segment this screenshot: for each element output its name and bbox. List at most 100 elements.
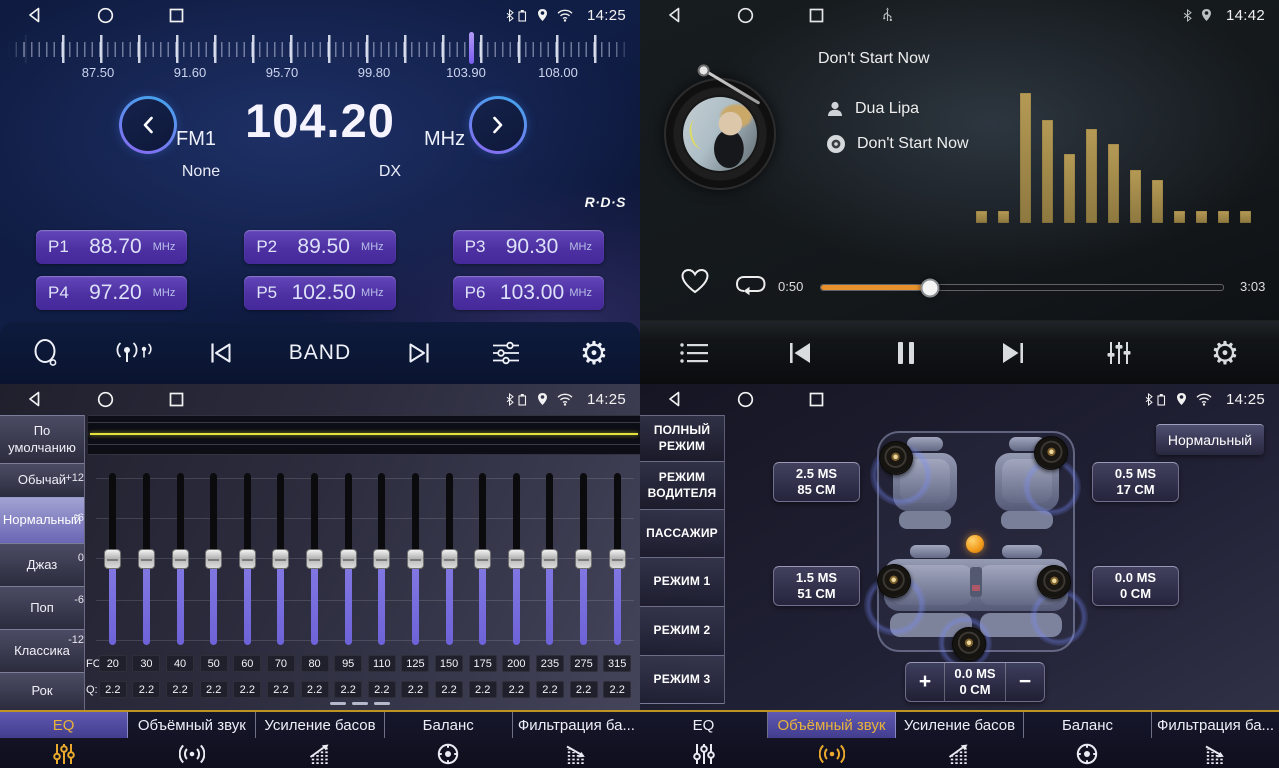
nav-home-button[interactable]: [725, 391, 765, 408]
eq-band-slider[interactable]: [399, 472, 433, 648]
preset-button-p3[interactable]: P390.30MHz: [453, 230, 604, 264]
eq-band-slider[interactable]: [130, 472, 164, 648]
tab-bass-boost-icon-button[interactable]: [256, 738, 384, 768]
eq-slider-thumb[interactable]: [441, 549, 458, 569]
eq-slider-thumb[interactable]: [205, 549, 222, 569]
tab-eq-icon-button[interactable]: [0, 738, 128, 768]
settings-button[interactable]: ⚙: [574, 337, 614, 369]
eq-band-slider[interactable]: [298, 472, 332, 648]
fc-value[interactable]: 70: [267, 655, 295, 672]
tab-surround-icon-button[interactable]: [768, 738, 896, 768]
q-value[interactable]: 2.2: [502, 681, 530, 698]
eq-band-slider[interactable]: [600, 472, 634, 648]
q-value[interactable]: 2.2: [267, 681, 295, 698]
audio-settings-button[interactable]: [486, 340, 526, 366]
progress-thumb[interactable]: [920, 278, 939, 297]
q-value[interactable]: 2.2: [570, 681, 598, 698]
tune-up-button[interactable]: [469, 96, 527, 154]
q-value[interactable]: 2.2: [536, 681, 564, 698]
mode-full[interactable]: ПОЛНЫЙ РЕЖИМ: [640, 415, 724, 461]
fc-value[interactable]: 200: [502, 655, 530, 672]
tab-balance[interactable]: Баланс: [1024, 712, 1152, 738]
tab-bass-boost-icon-button[interactable]: [896, 738, 1024, 768]
nav-home-button[interactable]: [725, 7, 765, 24]
previous-track-button[interactable]: [780, 341, 820, 365]
eq-slider-thumb[interactable]: [541, 549, 558, 569]
tab-balance[interactable]: Баланс: [385, 712, 513, 738]
previous-station-button[interactable]: [201, 341, 241, 365]
audio-settings-button[interactable]: [1099, 340, 1139, 366]
eq-slider-thumb[interactable]: [172, 549, 189, 569]
mode-2[interactable]: РЕЖИМ 2: [640, 606, 724, 655]
next-station-button[interactable]: [399, 341, 439, 365]
delay-rear-right-button[interactable]: 0.0 MS 0 CM: [1092, 566, 1179, 606]
eq-band-slider[interactable]: [231, 472, 265, 648]
tab-bass-boost[interactable]: Усиление басов: [256, 712, 384, 738]
nav-back-button[interactable]: [654, 7, 694, 23]
nav-back-button[interactable]: [14, 391, 54, 407]
eq-slider-thumb[interactable]: [407, 549, 424, 569]
preset-button-p2[interactable]: P289.50MHz: [244, 230, 395, 264]
preset-button-p4[interactable]: P497.20MHz: [36, 276, 187, 310]
preset-button-p6[interactable]: P6103.00MHz: [453, 276, 604, 310]
tab-eq[interactable]: EQ: [640, 712, 768, 738]
scan-button[interactable]: [26, 338, 66, 368]
eq-band-slider[interactable]: [96, 472, 130, 648]
next-track-button[interactable]: [993, 341, 1033, 365]
eq-band-slider[interactable]: [500, 472, 534, 648]
eq-slider-thumb[interactable]: [373, 549, 390, 569]
fc-value[interactable]: 80: [301, 655, 329, 672]
q-value[interactable]: 2.2: [99, 681, 127, 698]
q-value[interactable]: 2.2: [401, 681, 429, 698]
tab-filter-icon-button[interactable]: [512, 738, 640, 768]
nav-recents-button[interactable]: [156, 392, 196, 407]
settings-button[interactable]: ⚙: [1205, 337, 1245, 369]
eq-slider-thumb[interactable]: [104, 549, 121, 569]
nav-back-button[interactable]: [654, 391, 694, 407]
fc-value[interactable]: 30: [132, 655, 160, 672]
scroll-indicator[interactable]: [330, 702, 390, 705]
tab-surround-icon-button[interactable]: [128, 738, 256, 768]
tab-surround[interactable]: Объёмный звук: [128, 712, 256, 738]
q-value[interactable]: 2.2: [368, 681, 396, 698]
q-value[interactable]: 2.2: [301, 681, 329, 698]
fc-value[interactable]: 235: [536, 655, 564, 672]
delay-increase-button[interactable]: +: [906, 663, 944, 701]
tab-filter[interactable]: Фильтрация ба...: [513, 712, 640, 738]
q-value[interactable]: 2.2: [603, 681, 631, 698]
sound-profile-button[interactable]: Нормальный: [1156, 424, 1264, 455]
subwoofer-speaker[interactable]: [952, 627, 986, 661]
eq-preset-rock[interactable]: Рок: [0, 672, 84, 711]
listening-position-marker[interactable]: [966, 535, 984, 553]
delay-front-right-button[interactable]: 0.5 MS 17 CM: [1092, 462, 1179, 502]
eq-slider-thumb[interactable]: [474, 549, 491, 569]
preset-button-p5[interactable]: P5102.50MHz: [244, 276, 395, 310]
nav-recents-button[interactable]: [156, 8, 196, 23]
eq-slider-thumb[interactable]: [239, 549, 256, 569]
eq-slider-thumb[interactable]: [609, 549, 626, 569]
eq-slider-thumb[interactable]: [272, 549, 289, 569]
tab-eq[interactable]: EQ: [0, 712, 128, 738]
nav-home-button[interactable]: [85, 391, 125, 408]
mode-1[interactable]: РЕЖИМ 1: [640, 557, 724, 606]
eq-preset-pop[interactable]: Поп: [0, 586, 84, 629]
seek-bar[interactable]: [820, 284, 1224, 291]
mode-3[interactable]: РЕЖИМ 3: [640, 655, 724, 704]
nav-recents-button[interactable]: [796, 392, 836, 407]
mode-passenger[interactable]: ПАССАЖИР: [640, 509, 724, 557]
mode-driver[interactable]: РЕЖИМ ВОДИТЕЛЯ: [640, 461, 724, 509]
eq-preset-default[interactable]: По умолчанию: [0, 415, 84, 463]
eq-slider-thumb[interactable]: [575, 549, 592, 569]
nav-home-button[interactable]: [85, 7, 125, 24]
q-value[interactable]: 2.2: [233, 681, 261, 698]
tab-eq-icon-button[interactable]: [640, 738, 768, 768]
pause-button[interactable]: [886, 340, 926, 366]
fc-value[interactable]: 50: [200, 655, 228, 672]
eq-band-slider[interactable]: [533, 472, 567, 648]
q-value[interactable]: 2.2: [469, 681, 497, 698]
delay-rear-left-button[interactable]: 1.5 MS 51 CM: [773, 566, 860, 606]
fc-value[interactable]: 275: [570, 655, 598, 672]
nav-back-button[interactable]: [14, 7, 54, 23]
fc-value[interactable]: 125: [401, 655, 429, 672]
eq-band-slider[interactable]: [163, 472, 197, 648]
